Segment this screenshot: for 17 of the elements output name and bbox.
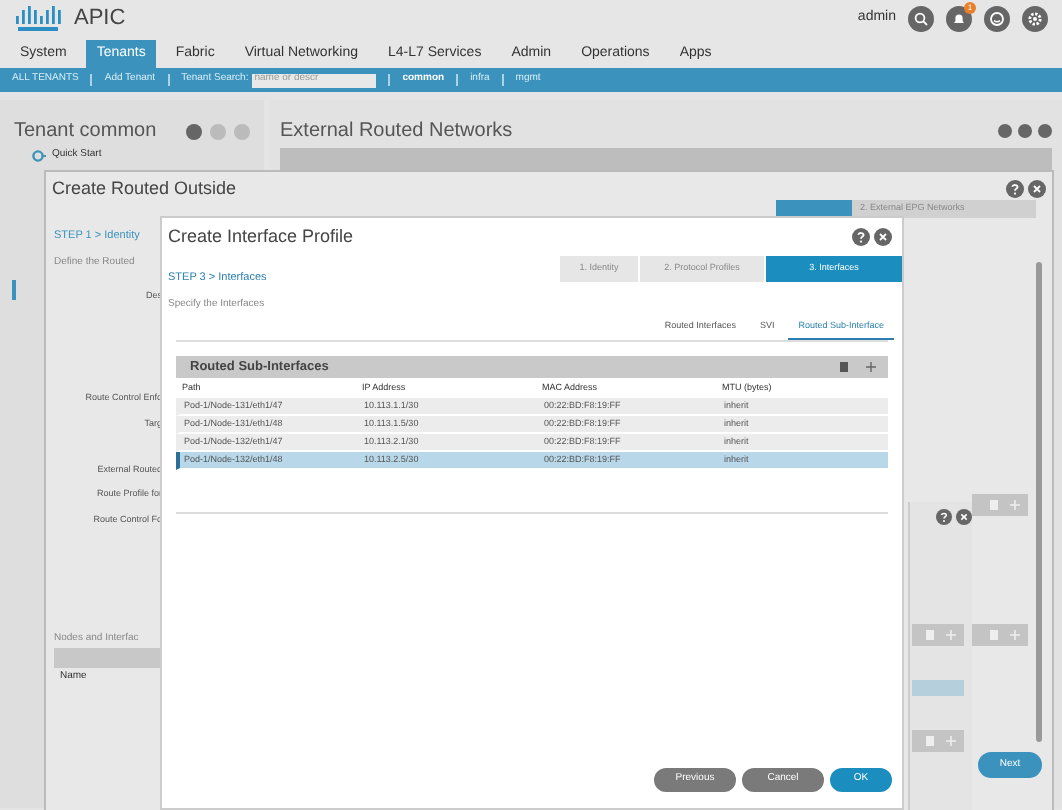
face-icon[interactable]	[984, 6, 1010, 32]
dialog-title: Create Routed Outside	[52, 176, 237, 202]
close-icon[interactable]	[874, 228, 892, 247]
quick-start-icon	[32, 149, 46, 162]
dialog-title: Create Interface Profile	[168, 224, 354, 250]
panel-title: Tenant common	[14, 118, 157, 146]
bell-icon[interactable]	[946, 6, 972, 32]
app-title: APIC	[74, 4, 126, 35]
selection-marker	[12, 279, 16, 299]
panel-title: External Routed Networks	[280, 118, 513, 146]
close-icon[interactable]	[956, 508, 972, 526]
plus-icon[interactable]	[866, 362, 876, 372]
close-icon[interactable]	[1028, 180, 1046, 199]
settings-icon[interactable]	[1022, 6, 1048, 32]
logo-icon	[14, 6, 62, 32]
search-icon[interactable]	[908, 6, 934, 32]
selected-row	[912, 680, 964, 696]
